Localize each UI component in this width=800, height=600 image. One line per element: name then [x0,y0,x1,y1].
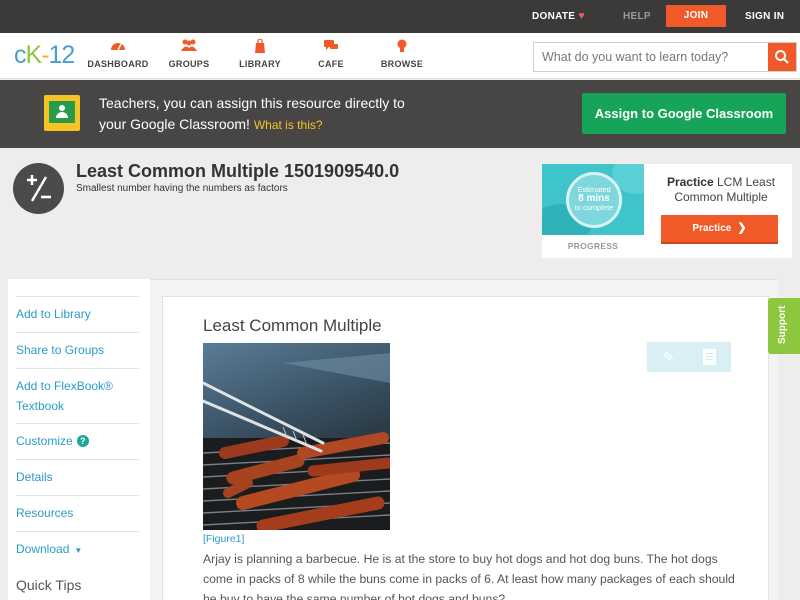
main-content: Least Common Multiple ✎ [Figure1] Arjay … [150,279,778,600]
ck12-logo[interactable]: cK-12 [14,41,76,70]
heart-icon: ♥ [578,10,586,22]
page-title: Least Common Multiple 1501909540.0 [76,161,400,181]
practice-title: Practice LCM Least Common Multiple [658,175,784,205]
sidebar-item-customize[interactable]: Customize? [16,423,139,459]
banner-line2: your Google Classroom! [99,116,250,132]
top-utility-bar: DONATE ♥ HELP JOIN SIGN IN [0,0,800,33]
google-classroom-icon [44,95,80,131]
practice-title-bold: Practice [666,175,714,189]
what-is-this-link[interactable]: What is this? [254,118,323,132]
lesson-card: Least Common Multiple ✎ [Figure1] Arjay … [162,296,769,600]
logo-c: c [14,41,26,69]
nav-label: LIBRARY [239,59,281,69]
left-sidebar: Add to Library Share to Groups Add to Fl… [8,279,150,600]
nav-dashboard[interactable]: DASHBOARD [83,39,153,69]
figure-label[interactable]: [Figure1] [203,533,244,545]
chevron-right-icon: ❯ [737,222,747,234]
search-input[interactable] [534,43,768,71]
sidebar-item-label: Customize [16,434,73,448]
notes-icon[interactable] [703,349,716,365]
sidebar-item-share-to-groups[interactable]: Share to Groups [16,332,139,368]
dashboard-gauge-icon [83,39,153,55]
sidebar-item-label: Share to Groups [16,343,105,357]
est-line3: to complete [574,203,614,212]
progress-label: PROGRESS [567,241,619,251]
pencil-icon[interactable]: ✎ [663,349,675,366]
help-question-icon[interactable]: ? [76,435,89,447]
sidebar-item-resources[interactable]: Resources [16,495,139,531]
nav-label: CAFE [318,59,344,69]
estimated-time-badge: Estimated 8 mins to complete [566,172,622,228]
math-operations-icon [13,163,64,214]
logo-num: 12 [48,41,76,69]
main-nav: cK-12 DASHBOARD GROUPS LIBRARY CAFE BROW… [0,33,800,79]
practice-widget: Estimated 8 mins to complete PROGRESS Pr… [542,164,792,258]
practice-button[interactable]: Practice ❯ [661,215,778,244]
join-button[interactable]: JOIN [666,5,726,27]
practice-button-label: Practice [692,223,732,234]
sidebar-item-label: Download [16,542,70,556]
nav-browse[interactable]: BROWSE [367,39,437,69]
logo-k: K [25,41,43,69]
nav-label: BROWSE [380,59,424,69]
sidebar-item-details[interactable]: Details [16,459,139,495]
groups-people-icon [154,39,224,55]
search-button[interactable] [768,43,796,71]
support-tab[interactable]: Support [768,298,800,354]
nav-label: DASHBOARD [87,59,149,69]
sidebar-item-label: Details [16,470,53,484]
sidebar-item-label: Resources [16,506,74,520]
caret-down-icon: ▼ [74,546,83,555]
library-bag-icon [225,38,295,55]
page-subtitle: Smallest number having the numbers as fa… [76,183,288,194]
lesson-title: Least Common Multiple [203,316,382,335]
search-box [533,42,797,72]
banner-line1: Teachers, you can assign this resource d… [99,95,405,111]
browse-bulb-icon [367,39,437,55]
quick-tips-heading: Quick Tips [16,577,82,593]
help-link[interactable]: HELP [623,0,651,33]
practice-artwork: Estimated 8 mins to complete [542,164,644,235]
support-label: Support [777,305,788,344]
lesson-tools: ✎ [647,342,731,372]
banner-text: Teachers, you can assign this resource d… [99,93,499,136]
nav-label: GROUPS [168,59,210,69]
sidebar-item-label: Add to FlexBook® Textbook [16,379,113,413]
cafe-chat-icon [296,39,366,55]
sidebar-item-download[interactable]: Download ▼ [16,531,139,567]
sidebar-item-add-to-flexbook[interactable]: Add to FlexBook® Textbook [16,368,139,423]
sidebar-item-add-to-library[interactable]: Add to Library [16,296,139,332]
sidebar-item-label: Add to Library [16,307,91,321]
nav-groups[interactable]: GROUPS [154,39,224,69]
assign-google-classroom-button[interactable]: Assign to Google Classroom [582,93,786,134]
nav-cafe[interactable]: CAFE [296,39,366,69]
sign-in-link[interactable]: SIGN IN [745,0,784,33]
logo-dash: - [41,41,49,69]
lesson-paragraph: Arjay is planning a barbecue. He is at t… [203,552,735,600]
hot-dogs-grill-image [203,343,390,530]
nav-library[interactable]: LIBRARY [225,38,295,69]
search-icon [775,50,789,64]
donate-label: DONATE [532,11,576,22]
teacher-banner: Teachers, you can assign this resource d… [0,80,800,148]
donate-link[interactable]: DONATE ♥ [532,0,585,33]
